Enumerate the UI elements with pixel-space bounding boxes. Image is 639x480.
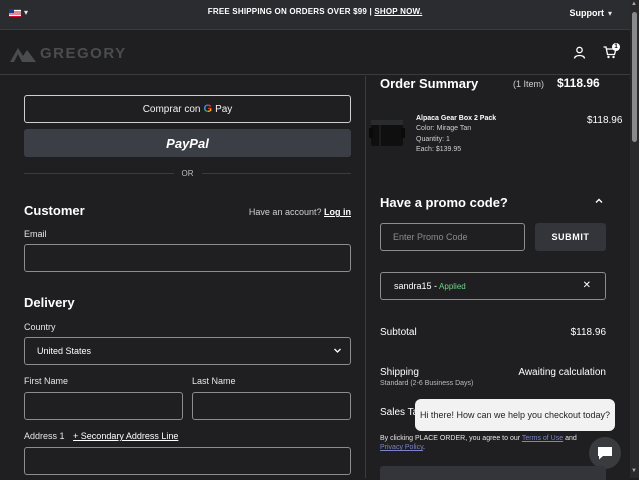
country-label: Country (24, 322, 56, 332)
product-thumbnail (369, 120, 405, 146)
support-label: Support (569, 8, 604, 18)
shipping-value: Awaiting calculation (518, 367, 606, 378)
google-g-icon: G (203, 103, 213, 115)
product-color: Color: Mirage Tan (416, 125, 472, 132)
subtotal-label: Subtotal (380, 327, 417, 338)
email-field[interactable] (24, 244, 351, 272)
chevron-up-icon[interactable] (594, 196, 604, 206)
terms-notice: By clicking PLACE ORDER, you agree to ou… (380, 434, 590, 452)
terms-pre: By clicking PLACE ORDER, you agree to ou… (380, 435, 522, 442)
chevron-down-icon: ▾ (607, 8, 612, 18)
subtotal-value: $118.96 (570, 327, 606, 338)
terms-mid: and (563, 435, 577, 442)
chat-greeting-bubble[interactable]: Hi there! How can we help you checkout t… (415, 399, 615, 431)
account-icon[interactable] (573, 46, 586, 59)
order-item-count: (1 Item) (513, 79, 545, 89)
chevron-down-icon (334, 348, 341, 353)
scroll-down-arrow-icon[interactable]: ▼ (631, 468, 637, 474)
last-name-label: Last Name (192, 376, 236, 386)
promo-submit-button[interactable]: SUBMIT (535, 223, 606, 251)
column-divider (365, 76, 366, 478)
divider-line (24, 172, 174, 174)
scrollbar-thumb[interactable] (632, 12, 637, 142)
chat-icon (598, 446, 612, 459)
chat-greeting-text: Hi there! How can we help you checkout t… (419, 410, 611, 420)
shipping-label: Shipping (380, 367, 419, 378)
last-name-field[interactable] (192, 392, 351, 420)
paypal-button[interactable]: PayPal (24, 129, 351, 157)
delivery-heading: Delivery (24, 295, 75, 310)
product-name[interactable]: Alpaca Gear Box 2 Pack (416, 115, 496, 122)
country-selector[interactable]: ▾ (9, 8, 28, 17)
divider-line (201, 172, 351, 174)
product-each-price: Each: $139.95 (416, 146, 462, 153)
applied-code: sandra15 - (394, 281, 438, 291)
mountain-logo-icon (10, 47, 36, 62)
email-label: Email (24, 229, 47, 239)
privacy-policy-link[interactable]: Privacy Policy (380, 444, 423, 451)
chevron-down-icon: ▾ (24, 8, 29, 17)
address1-label-row: Address 1 + Secondary Address Line (24, 431, 178, 441)
gpay-brand: Pay (215, 103, 233, 115)
gregory-logo[interactable]: GREGORY (10, 45, 127, 62)
us-flag-icon (9, 8, 21, 17)
chat-launcher-button[interactable] (589, 437, 621, 469)
country-select[interactable]: United States (24, 337, 351, 365)
or-divider: OR (24, 167, 351, 179)
applied-status: Applied (439, 281, 466, 291)
address1-label: Address 1 (24, 431, 65, 441)
support-menu[interactable]: Support ▾ (569, 8, 612, 18)
cart-count-badge: 1 (612, 43, 620, 51)
have-account-prompt: Have an account? Log in (249, 207, 351, 217)
applied-promo-code: sandra15 - Applied ✕ (380, 272, 606, 300)
customer-heading: Customer (24, 203, 85, 218)
product-quantity: Quantity: 1 (416, 136, 450, 143)
free-shipping-banner: FREE SHIPPING ON ORDERS OVER $99 | SHOP … (200, 7, 430, 16)
secondary-address-link[interactable]: + Secondary Address Line (73, 431, 178, 441)
country-value: United States (37, 346, 92, 356)
order-summary-title: Order Summary (380, 76, 479, 91)
google-pay-button[interactable]: Comprar con G Pay (24, 95, 351, 123)
terms-end: . (423, 444, 425, 451)
site-header: GREGORY 1 (0, 31, 630, 75)
logo-text: GREGORY (40, 45, 127, 62)
first-name-field[interactable] (24, 392, 183, 420)
gpay-label: Comprar con (142, 103, 201, 115)
sales-tax-label: Sales Ta (380, 407, 419, 418)
or-label: OR (181, 168, 194, 178)
top-bar: ▾ FREE SHIPPING ON ORDERS OVER $99 | SHO… (0, 0, 630, 30)
login-link[interactable]: Log in (324, 207, 351, 217)
address1-field[interactable] (24, 447, 351, 475)
scroll-up-arrow-icon[interactable]: ▲ (631, 1, 637, 7)
paypal-label: PayPal (166, 135, 209, 151)
promo-text: FREE SHIPPING ON ORDERS OVER $99 | (207, 7, 375, 16)
product-price: $118.96 (587, 115, 623, 126)
order-total: $118.96 (557, 76, 600, 90)
shipping-method: Standard (2-6 Business Days) (380, 380, 474, 387)
submit-label: SUBMIT (551, 232, 590, 242)
have-account-text: Have an account? (248, 207, 322, 217)
promo-code-heading[interactable]: Have a promo code? (380, 195, 508, 210)
shop-now-link[interactable]: SHOP NOW. (374, 7, 422, 16)
first-name-label: First Name (24, 376, 69, 386)
remove-promo-icon[interactable]: ✕ (583, 280, 591, 291)
terms-of-use-link[interactable]: Terms of Use (522, 435, 563, 442)
promo-code-input[interactable] (380, 223, 525, 251)
